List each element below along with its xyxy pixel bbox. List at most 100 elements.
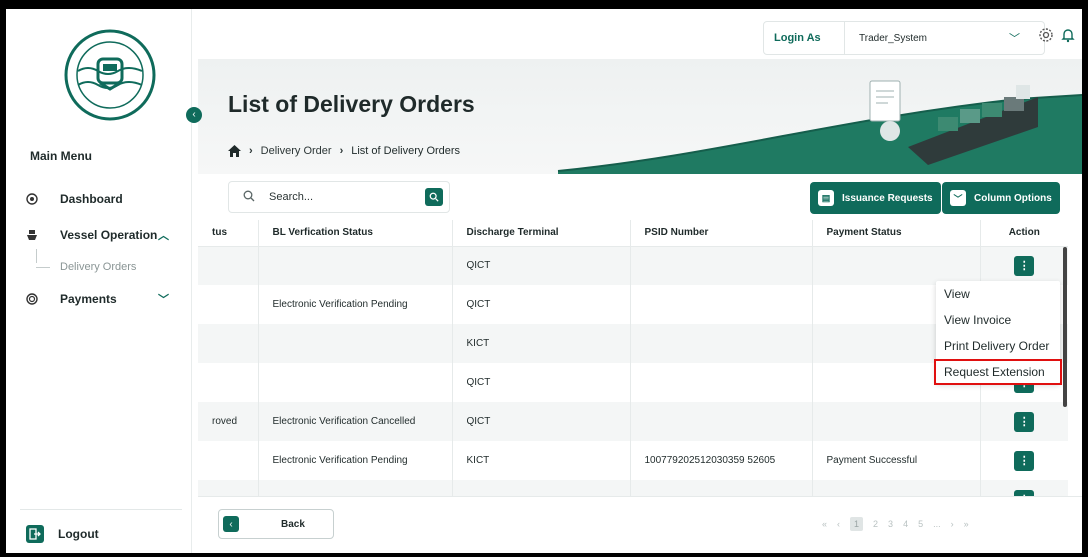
menu-item-view[interactable]: View	[936, 281, 1060, 307]
cell-status	[198, 441, 259, 480]
row-actions-button[interactable]: ⋮	[1014, 255, 1035, 276]
column-header[interactable]: tus	[198, 220, 259, 247]
row-actions-button[interactable]: ⋮	[1014, 411, 1035, 432]
cell-terminal: KICT	[452, 441, 631, 480]
cell-terminal: QICT	[452, 285, 631, 324]
cell-status: roved	[198, 402, 259, 441]
notification-bell-icon[interactable]	[1060, 27, 1076, 43]
logout-button[interactable]: Logout	[26, 525, 99, 543]
sidebar-subitem-delivery-orders[interactable]: Delivery Orders	[36, 261, 136, 273]
cell-bl-verification	[258, 246, 453, 285]
table-row: roved Electronic Verification Cancelled …	[198, 402, 1068, 441]
cell-psid	[630, 285, 813, 324]
table-toolbar: ▤ Issuance Requests ﹀ Column Options	[198, 174, 1082, 220]
selected-user: Trader_System	[859, 32, 927, 44]
sidebar-item-dashboard[interactable]: Dashboard	[26, 189, 123, 209]
breadcrumb: › Delivery Order › List of Delivery Orde…	[228, 145, 460, 157]
button-label: Column Options	[974, 192, 1052, 204]
cell-terminal: QICT	[452, 402, 631, 441]
back-label: Back	[281, 518, 305, 530]
table-scrollbar[interactable]	[1063, 247, 1067, 407]
sidebar-item-label: Vessel Operation	[60, 228, 158, 242]
chevron-down-icon: ﹀	[158, 294, 169, 306]
table-footer: ‹ Back « ‹ 1 2 3 4 5 ... › »	[198, 496, 1082, 553]
cell-bl-verification: Electronic Verification Pending	[258, 441, 453, 480]
sidebar-item-payments[interactable]: Payments ﹀	[26, 289, 169, 309]
user-select[interactable]: Trader_System ﹀	[844, 21, 1034, 55]
cell-psid	[630, 402, 813, 441]
chevron-left-icon: ‹	[223, 516, 239, 532]
login-as-selector: Login As Trader_System ﹀	[763, 21, 1045, 55]
search-box	[228, 181, 450, 213]
cell-bl-verification: Electronic Verification Pending	[258, 285, 453, 324]
breadcrumb-link-delivery-order[interactable]: Delivery Order	[261, 145, 332, 157]
chevron-down-icon: ﹀	[1009, 33, 1020, 45]
search-icon	[243, 190, 257, 205]
pagination: « ‹ 1 2 3 4 5 ... › »	[822, 517, 979, 531]
logout-icon	[26, 525, 44, 543]
menu-item-print-delivery-order[interactable]: Print Delivery Order	[936, 333, 1060, 359]
column-header: Action	[980, 220, 1068, 247]
page-number[interactable]: 4	[903, 519, 908, 529]
row-actions-button[interactable]: ⋮	[1014, 450, 1035, 471]
next-page-icon[interactable]: ›	[951, 519, 954, 529]
home-icon[interactable]	[228, 145, 241, 157]
column-header[interactable]: Payment Status	[812, 220, 981, 247]
back-button[interactable]: ‹ Back	[218, 509, 334, 539]
login-as-label: Login As	[774, 32, 821, 44]
prev-page-icon[interactable]: ‹	[837, 519, 840, 529]
sidebar-subitem-label: Delivery Orders	[60, 261, 137, 273]
divider	[20, 509, 182, 510]
cargo-ship-illustration	[869, 80, 1038, 165]
menu-item-view-invoice[interactable]: View Invoice	[936, 307, 1060, 333]
payments-icon	[26, 293, 38, 305]
issuance-requests-button[interactable]: ▤ Issuance Requests	[810, 182, 941, 214]
search-input[interactable]	[269, 191, 409, 203]
button-label: Issuance Requests	[842, 192, 933, 204]
page-title: List of Delivery Orders	[228, 91, 475, 117]
page-number[interactable]: 1	[850, 517, 864, 531]
cell-payment: Payment Successful	[812, 441, 981, 480]
logout-label: Logout	[58, 527, 99, 541]
breadcrumb-current: List of Delivery Orders	[351, 145, 461, 157]
search-icon	[429, 192, 439, 202]
cell-psid	[630, 363, 813, 402]
first-page-icon[interactable]: «	[822, 519, 827, 529]
ship-icon	[27, 230, 37, 240]
search-button[interactable]	[425, 188, 443, 206]
cell-bl-verification: Electronic Verification Cancelled	[258, 402, 453, 441]
cell-payment	[812, 246, 981, 285]
settings-icon[interactable]	[1038, 27, 1054, 43]
cell-bl-verification	[258, 324, 453, 363]
table-row: ⋮	[198, 480, 1068, 496]
cell-bl-verification	[258, 363, 453, 402]
page-number[interactable]: 3	[888, 519, 893, 529]
portverse-logo	[64, 29, 156, 121]
sidebar-item-vessel-operation[interactable]: Vessel Operation ︿	[26, 225, 169, 245]
cell-status	[198, 285, 259, 324]
dashboard-icon	[26, 193, 38, 205]
app-window: ‹ Main Menu Dashboard Vessel Operation ︿…	[6, 9, 1082, 553]
breadcrumb-separator: ›	[249, 145, 253, 157]
sidebar-item-label: Dashboard	[60, 192, 123, 206]
cell-psid: 100779202512030359 52605	[630, 441, 813, 480]
column-header[interactable]: Discharge Terminal	[452, 220, 631, 247]
last-page-icon[interactable]: »	[964, 519, 969, 529]
cell-status	[198, 324, 259, 363]
chevron-down-icon: ﹀	[950, 190, 966, 206]
sidebar-collapse-button[interactable]: ‹	[186, 107, 202, 123]
column-header[interactable]: BL Verfication Status	[258, 220, 453, 247]
cell-status	[198, 246, 259, 285]
column-header[interactable]: PSID Number	[630, 220, 813, 247]
column-options-button[interactable]: ﹀ Column Options	[942, 182, 1060, 214]
page-number[interactable]: 2	[873, 519, 878, 529]
document-icon: ▤	[818, 190, 834, 206]
table-row: QICT ⋮	[198, 246, 1068, 285]
menu-item-request-extension[interactable]: Request Extension	[934, 359, 1062, 385]
cell-status	[198, 363, 259, 402]
page-ellipsis: ...	[933, 519, 941, 529]
cell-terminal: QICT	[452, 246, 631, 285]
page-number[interactable]: 5	[918, 519, 923, 529]
main-menu-heading: Main Menu	[30, 149, 92, 163]
row-action-menu: View View Invoice Print Delivery Order R…	[934, 281, 1062, 385]
